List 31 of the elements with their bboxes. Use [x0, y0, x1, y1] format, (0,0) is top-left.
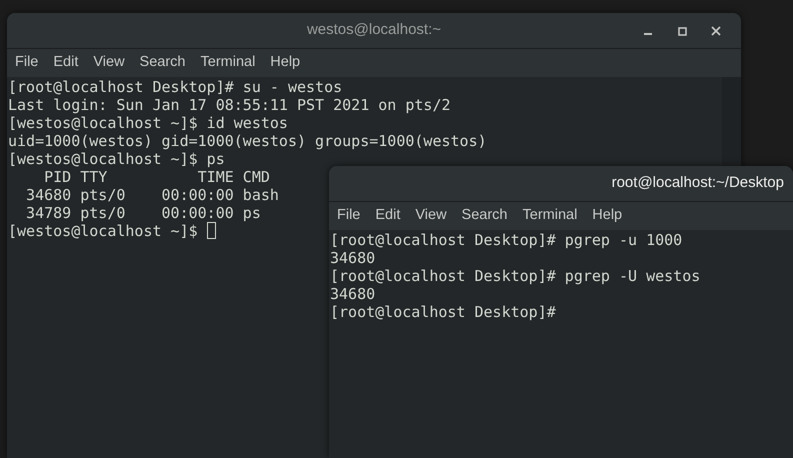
- terminal-line: [root@localhost Desktop]#: [330, 303, 556, 321]
- menu-item[interactable]: View: [409, 205, 453, 227]
- terminal-line: [root@localhost Desktop]# su - westos: [8, 78, 342, 96]
- menu-item[interactable]: Terminal: [516, 205, 584, 227]
- terminal-line: [westos@localhost ~]$: [8, 222, 199, 240]
- menu-item[interactable]: Search: [134, 52, 192, 74]
- maximize-icon: [678, 26, 686, 36]
- window-title: westos@localhost:~: [306, 20, 442, 40]
- menu-item[interactable]: Search: [456, 205, 514, 227]
- terminal-line: 34680 pts/0 00:00:00 bash: [25, 186, 279, 204]
- terminal-line: [westos@localhost ~]$ ps: [8, 150, 225, 168]
- window-title: root@localhost:~/Desktop: [612, 173, 784, 194]
- menu-item[interactable]: Help: [586, 205, 628, 227]
- menu-item[interactable]: Edit: [369, 205, 406, 227]
- terminal-line: [root@localhost Desktop]# pgrep -u 1000: [330, 231, 682, 249]
- terminal-line: [westos@localhost ~]$ id westos: [8, 114, 288, 132]
- terminal-line: 34789 pts/0 00:00:00 ps: [25, 204, 261, 222]
- menu-item[interactable]: File: [9, 52, 44, 74]
- menu-item[interactable]: View: [87, 52, 131, 74]
- terminal-line: 34680: [330, 285, 376, 303]
- terminal-line: Last login: Sun Jan 17 08:55:11 PST 2021 on pts/2: [8, 96, 451, 114]
- menu-item[interactable]: File: [331, 205, 366, 227]
- terminal-line: uid=1000(westos) gid=1000(westos) groups=1000(westos): [8, 132, 487, 150]
- menu-item[interactable]: Edit: [47, 52, 84, 74]
- close-icon: [711, 26, 721, 36]
- scrollbar-track[interactable]: [722, 77, 741, 166]
- menu-item[interactable]: Help: [264, 52, 306, 74]
- terminal-line: PID TTY TIME CMD: [43, 168, 270, 186]
- terminal-line: 34680: [330, 249, 376, 267]
- terminal-line: [root@localhost Desktop]# pgrep -U westos: [330, 267, 700, 285]
- menu-item[interactable]: Terminal: [194, 52, 262, 74]
